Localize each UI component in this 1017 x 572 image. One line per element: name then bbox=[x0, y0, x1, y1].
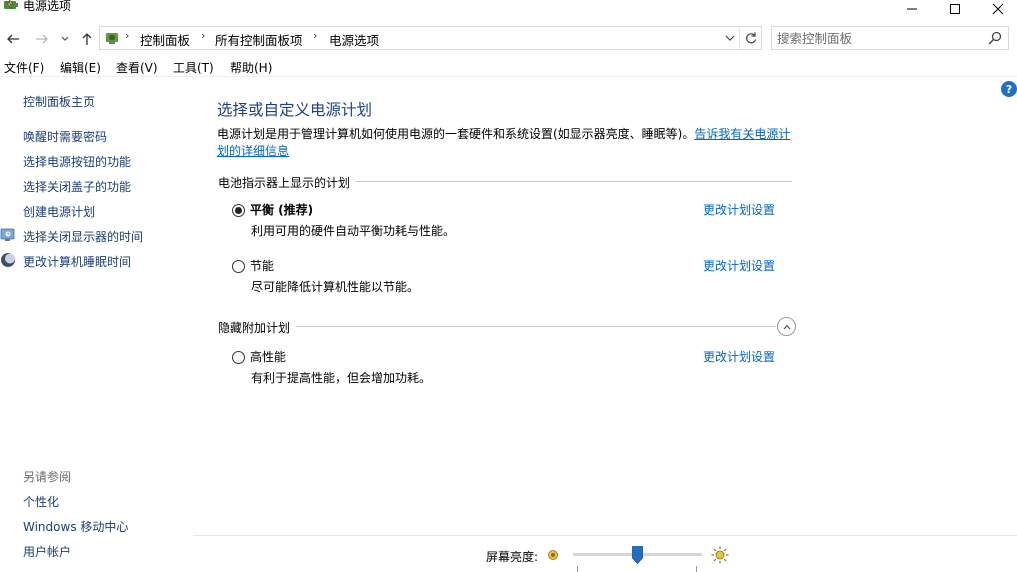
minimize-button[interactable] bbox=[889, 0, 935, 18]
search-input[interactable] bbox=[777, 29, 977, 47]
brightness-label: 屏幕亮度: bbox=[486, 550, 539, 564]
brightness-high-icon bbox=[711, 546, 729, 564]
control-panel-icon bbox=[106, 33, 118, 44]
search-box[interactable] bbox=[771, 26, 1009, 50]
breadcrumb-control-panel[interactable]: 控制面板 bbox=[140, 30, 190, 49]
brightness-slider-ticks bbox=[577, 566, 697, 572]
breadcrumb-power-options[interactable]: 电源选项 bbox=[329, 30, 379, 49]
plan-desc-balanced: 利用可用的硬件自动平衡功耗与性能。 bbox=[251, 224, 456, 238]
menu-bar: 文件(F) 编辑(E) 查看(V) 工具(T) 帮助(H) bbox=[0, 57, 1017, 77]
plan-radio-high-performance[interactable] bbox=[232, 351, 245, 364]
brightness-slider-thumb[interactable] bbox=[631, 546, 643, 564]
change-plan-settings-power-saver[interactable]: 更改计划设置 bbox=[703, 257, 775, 274]
hidden-plans-header[interactable]: 隐藏附加计划 bbox=[218, 319, 297, 336]
left-pane: 控制面板主页 唤醒时需要密码 选择电源按钮的功能 选择关闭盖子的功能 创建电源计… bbox=[0, 78, 193, 572]
bottom-divider bbox=[193, 535, 1017, 536]
breadcrumb-separator: › bbox=[313, 29, 318, 42]
plan-desc-high-performance: 有利于提高性能，但会增加功耗。 bbox=[251, 371, 432, 385]
chevron-up-icon bbox=[783, 324, 790, 329]
plan-name-power-saver[interactable]: 节能 bbox=[250, 257, 274, 274]
menu-file[interactable]: 文件(F) bbox=[4, 59, 44, 76]
menu-edit[interactable]: 编辑(E) bbox=[60, 59, 101, 76]
forward-arrow-icon bbox=[36, 34, 48, 44]
sidebar-display-off-time[interactable]: 选择关闭显示器的时间 bbox=[23, 228, 143, 245]
sidebar-control-panel-home[interactable]: 控制面板主页 bbox=[23, 93, 95, 110]
plan-name-high-performance[interactable]: 高性能 bbox=[250, 348, 286, 365]
breadcrumb-separator: › bbox=[125, 29, 130, 42]
refresh-icon bbox=[745, 32, 756, 44]
window-title: 电源选项 bbox=[23, 0, 72, 13]
plan-desc-power-saver: 尽可能降低计算机性能以节能。 bbox=[251, 280, 420, 294]
sidebar-personalization[interactable]: 个性化 bbox=[23, 493, 59, 510]
recent-locations-button[interactable] bbox=[58, 30, 72, 48]
sidebar-user-accounts[interactable]: 用户帐户 bbox=[23, 543, 71, 560]
sidebar-sleep-time[interactable]: 更改计算机睡眠时间 bbox=[23, 253, 131, 270]
sidebar-create-plan[interactable]: 创建电源计划 bbox=[23, 203, 95, 220]
up-button[interactable] bbox=[78, 30, 96, 48]
intro-text: 电源计划是用于管理计算机如何使用电源的一套硬件和系统设置(如显示器亮度、睡眠等)… bbox=[217, 127, 695, 141]
breadcrumb-all-items[interactable]: 所有控制面板项 bbox=[215, 30, 303, 49]
group-divider bbox=[220, 326, 776, 327]
forward-button[interactable] bbox=[33, 30, 51, 48]
title-bar: 电源选项 bbox=[0, 0, 1017, 22]
minimize-icon bbox=[907, 8, 917, 10]
refresh-button[interactable] bbox=[739, 27, 761, 49]
close-button[interactable] bbox=[975, 0, 1017, 18]
plan-name-balanced[interactable]: 平衡 (推荐) bbox=[250, 201, 313, 218]
close-icon bbox=[992, 3, 1004, 15]
search-icon[interactable] bbox=[987, 30, 1003, 46]
collapse-hidden-plans-button[interactable] bbox=[777, 317, 796, 336]
display-timer-icon bbox=[0, 228, 15, 241]
menu-tools[interactable]: 工具(T) bbox=[173, 59, 214, 76]
menu-view[interactable]: 查看(V) bbox=[116, 59, 158, 76]
change-plan-settings-balanced[interactable]: 更改计划设置 bbox=[703, 201, 775, 218]
address-bar[interactable]: › 控制面板 › 所有控制面板项 › 电源选项 bbox=[99, 26, 762, 50]
menu-help[interactable]: 帮助(H) bbox=[230, 59, 272, 76]
change-plan-settings-high-performance[interactable]: 更改计划设置 bbox=[703, 348, 775, 365]
back-button[interactable] bbox=[4, 30, 22, 48]
sleep-moon-icon bbox=[1, 253, 15, 267]
help-icon[interactable]: ? bbox=[1001, 81, 1017, 97]
up-arrow-icon bbox=[82, 33, 92, 45]
sidebar-wake-password[interactable]: 唤醒时需要密码 bbox=[23, 128, 107, 145]
sidebar-mobility-center[interactable]: Windows 移动中心 bbox=[23, 518, 128, 535]
address-dropdown-icon[interactable] bbox=[722, 30, 738, 46]
plan-radio-balanced[interactable] bbox=[232, 204, 245, 217]
sidebar-close-lid[interactable]: 选择关闭盖子的功能 bbox=[23, 178, 131, 195]
page-title: 选择或自定义电源计划 bbox=[217, 101, 373, 119]
sidebar-power-button[interactable]: 选择电源按钮的功能 bbox=[23, 153, 131, 170]
chevron-down-icon bbox=[61, 36, 69, 41]
back-arrow-icon bbox=[7, 34, 19, 44]
battery-group-header: 电池指示器上显示的计划 bbox=[218, 174, 357, 191]
maximize-button[interactable] bbox=[932, 0, 978, 18]
power-options-icon bbox=[4, 0, 18, 10]
breadcrumb-separator: › bbox=[201, 29, 206, 42]
intro-paragraph: 电源计划是用于管理计算机如何使用电源的一套硬件和系统设置(如显示器亮度、睡眠等)… bbox=[217, 126, 797, 160]
plan-radio-power-saver[interactable] bbox=[232, 260, 245, 273]
brightness-low-icon bbox=[548, 550, 558, 560]
see-also-label: 另请参阅 bbox=[23, 470, 72, 484]
maximize-icon bbox=[950, 4, 960, 14]
